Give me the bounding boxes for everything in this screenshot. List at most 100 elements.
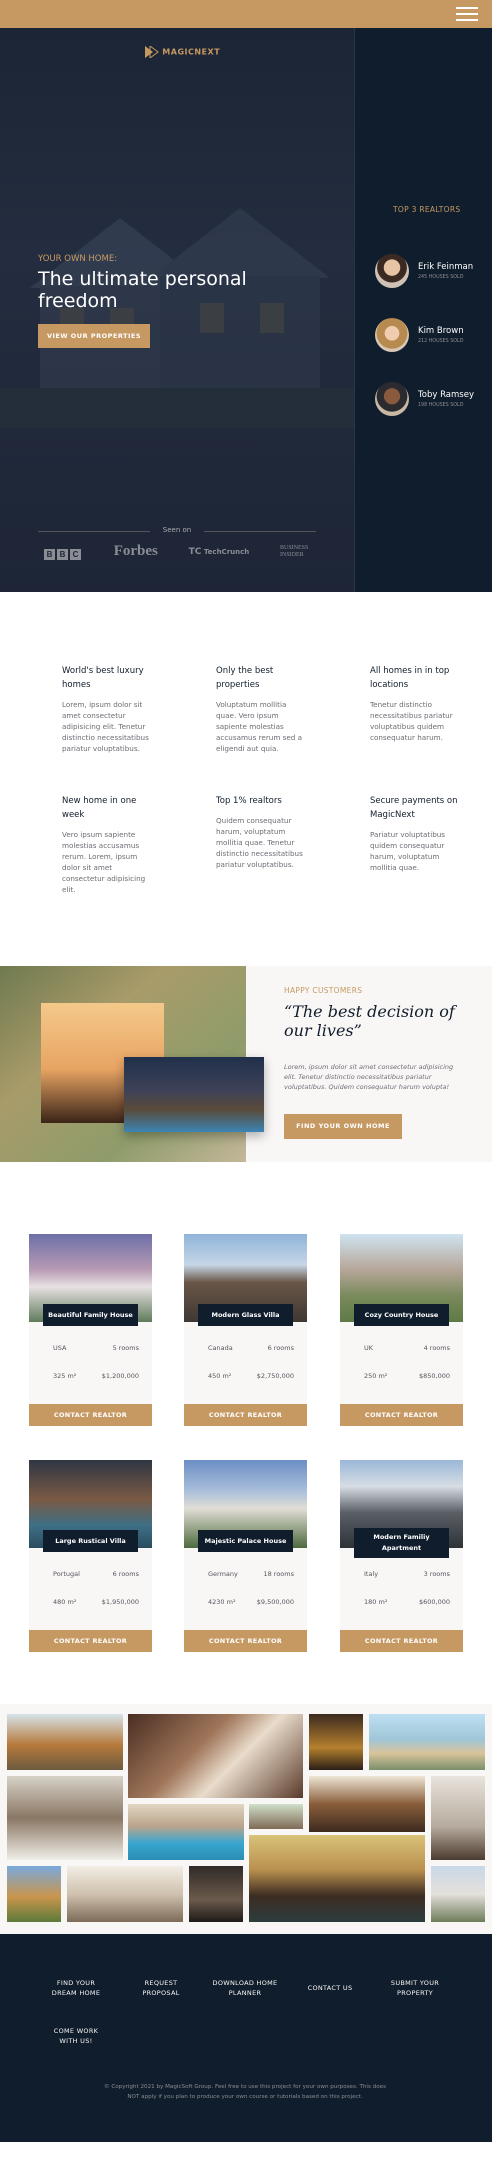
home-rooms: 4 rooms: [423, 1344, 450, 1352]
hero-section: MAGICNEXT YOUR OWN HOME: The ultimate pe…: [0, 28, 492, 592]
gallery-image[interactable]: [309, 1776, 425, 1832]
realtor-name: Kim Brown: [418, 326, 464, 336]
feature-text: Quidem consequatur harum, voluptatum mol…: [216, 816, 303, 869]
gallery-image[interactable]: [369, 1714, 485, 1770]
find-home-button[interactable]: FIND YOUR OWN HOME: [284, 1114, 402, 1139]
realtor-name: Erik Feinman: [418, 262, 474, 272]
home-price: $1,950,000: [101, 1598, 139, 1606]
home-rooms: 3 rooms: [423, 1570, 450, 1578]
gallery-image[interactable]: [431, 1866, 485, 1922]
home-price: $9,500,000: [256, 1598, 294, 1606]
forbes-logo: Forbes: [113, 543, 158, 559]
contact-realtor-button[interactable]: CONTACT REALTOR: [29, 1630, 152, 1652]
realtor-sold: 245 HOUSES SOLD: [418, 275, 464, 280]
brand-logo[interactable]: MAGICNEXT: [145, 45, 221, 59]
home-rooms: 6 rooms: [112, 1570, 139, 1578]
home-country: Portugal: [53, 1570, 80, 1578]
home-country: USA: [53, 1344, 67, 1352]
home-country: Germany: [208, 1570, 238, 1578]
feature-title: All homes in in top locations: [370, 666, 450, 690]
home-card: Modern Familiy Apartment Italy 3 rooms 18…: [340, 1460, 463, 1652]
home-country: Italy: [364, 1570, 379, 1578]
footer-link-request-proposal[interactable]: REQUEST PROPOSAL: [131, 1978, 191, 1998]
realtor-name: Toby Ramsey: [418, 390, 474, 400]
realtor-sold: 198 HOUSES SOLD: [418, 403, 464, 408]
home-name: Modern Familiy Apartment: [354, 1528, 449, 1558]
footer-link-find-home[interactable]: FIND YOUR DREAM HOME: [46, 1978, 106, 1998]
footer-link-submit-property[interactable]: SUBMIT YOUR PROPERTY: [385, 1978, 445, 1998]
feature-text: Voluptatum mollitia quae. Vero ipsum sap…: [216, 700, 303, 753]
home-area: 180 m²: [364, 1598, 388, 1606]
home-card: Large Rustical Villa Portugal 6 rooms 480…: [29, 1460, 152, 1652]
villa-pool-image: [124, 1057, 264, 1132]
realtor-card[interactable]: Erik Feinman 245 HOUSES SOLD: [375, 254, 492, 290]
feature-item: World's best luxury homes Lorem, ipsum d…: [62, 664, 152, 754]
home-card: Cozy Country House UK 4 rooms 250 m² $850,…: [340, 1234, 463, 1426]
feature-text: Vero ipsum sapiente molestias accusamus …: [62, 830, 146, 894]
story-section: HAPPY CUSTOMERS “The best decision of ou…: [0, 966, 492, 1162]
gallery-image[interactable]: [249, 1835, 425, 1922]
home-rooms: 18 rooms: [263, 1570, 294, 1578]
gallery-image[interactable]: [128, 1714, 303, 1798]
hero-title: The ultimate personal freedom: [38, 268, 247, 312]
story-text: Lorem, ipsum dolor sit amet consectetur …: [284, 1063, 454, 1091]
realtor-card[interactable]: Toby Ramsey 198 HOUSES SOLD: [375, 382, 492, 418]
gallery-image[interactable]: [67, 1866, 183, 1922]
footer-link-download-planner[interactable]: DOWNLOAD HOME PLANNER: [210, 1978, 280, 1998]
home-price: $850,000: [418, 1372, 450, 1380]
press-logos: BBC Forbes TC TechCrunch BUSINESS INSIDE…: [44, 542, 314, 561]
gallery-section: [0, 1704, 492, 1934]
avatar: [375, 318, 409, 352]
top-bar: [0, 0, 492, 28]
contact-realtor-button[interactable]: CONTACT REALTOR: [29, 1404, 152, 1426]
realtors-title: TOP 3 REALTORS: [393, 205, 461, 214]
copyright-text: © Copyright 2021 by MagicSoft Group. Fee…: [103, 2084, 387, 2100]
footer: FIND YOUR DREAM HOME REQUEST PROPOSAL DO…: [0, 1934, 492, 2142]
home-name: Beautiful Family House: [43, 1304, 138, 1326]
view-properties-button[interactable]: VIEW OUR PROPERTIES: [38, 324, 150, 348]
feature-item: Secure payments on MagicNext Pariatur vo…: [370, 794, 460, 873]
feature-item: Top 1% realtors Quidem consequatur harum…: [216, 794, 306, 870]
gallery-image[interactable]: [189, 1866, 243, 1922]
logo-text: MAGICNEXT: [162, 47, 221, 57]
home-area: 450 m²: [208, 1372, 232, 1380]
home-price: $600,000: [418, 1598, 450, 1606]
feature-text: Lorem, ipsum dolor sit amet consectetur …: [62, 700, 149, 753]
home-name: Cozy Country House: [354, 1304, 449, 1326]
gallery-image[interactable]: [7, 1714, 123, 1770]
avatar: [375, 254, 409, 288]
gallery-image[interactable]: [128, 1804, 244, 1860]
feature-title: Top 1% realtors: [216, 796, 282, 806]
story-title: “The best decision of our lives”: [284, 1002, 455, 1040]
feature-title: New home in one week: [62, 796, 137, 820]
home-area: 4230 m²: [208, 1598, 236, 1606]
contact-realtor-button[interactable]: CONTACT REALTOR: [340, 1630, 463, 1652]
techcrunch-logo: TC TechCrunch: [188, 546, 250, 557]
gallery-image[interactable]: [309, 1714, 363, 1770]
home-price: $1,200,000: [101, 1372, 139, 1380]
home-name: Large Rustical Villa: [43, 1530, 138, 1552]
home-name: Modern Glass Villa: [198, 1304, 293, 1326]
feature-item: New home in one week Vero ipsum sapiente…: [62, 794, 152, 895]
avatar: [375, 382, 409, 416]
feature-text: Tenetur distinctio necessitatibus pariat…: [370, 700, 453, 742]
feature-title: Secure payments on MagicNext: [370, 796, 458, 820]
footer-link-contact[interactable]: CONTACT US: [300, 1983, 360, 1993]
contact-realtor-button[interactable]: CONTACT REALTOR: [184, 1630, 307, 1652]
feature-text: Pariatur voluptatibus quidem consequatur…: [370, 830, 446, 872]
bbc-logo: BBC: [44, 542, 83, 561]
gallery-image[interactable]: [249, 1804, 303, 1829]
gallery-image[interactable]: [431, 1776, 485, 1860]
feature-item: Only the best properties Voluptatum moll…: [216, 664, 306, 754]
business-insider-logo: BUSINESS INSIDER: [279, 544, 309, 558]
gallery-image[interactable]: [7, 1866, 61, 1922]
contact-realtor-button[interactable]: CONTACT REALTOR: [184, 1404, 307, 1426]
hero-subtitle: YOUR OWN HOME:: [38, 254, 118, 264]
footer-link-careers[interactable]: COME WORK WITH US!: [46, 2026, 106, 2046]
realtor-card[interactable]: Kim Brown 212 HOUSES SOLD: [375, 318, 492, 354]
home-card: Majestic Palace House Germany 18 rooms 42…: [184, 1460, 307, 1652]
hamburger-icon[interactable]: [456, 7, 478, 21]
contact-realtor-button[interactable]: CONTACT REALTOR: [340, 1404, 463, 1426]
gallery-image[interactable]: [7, 1776, 123, 1860]
home-card: Beautiful Family House USA 5 rooms 325 m²…: [29, 1234, 152, 1426]
